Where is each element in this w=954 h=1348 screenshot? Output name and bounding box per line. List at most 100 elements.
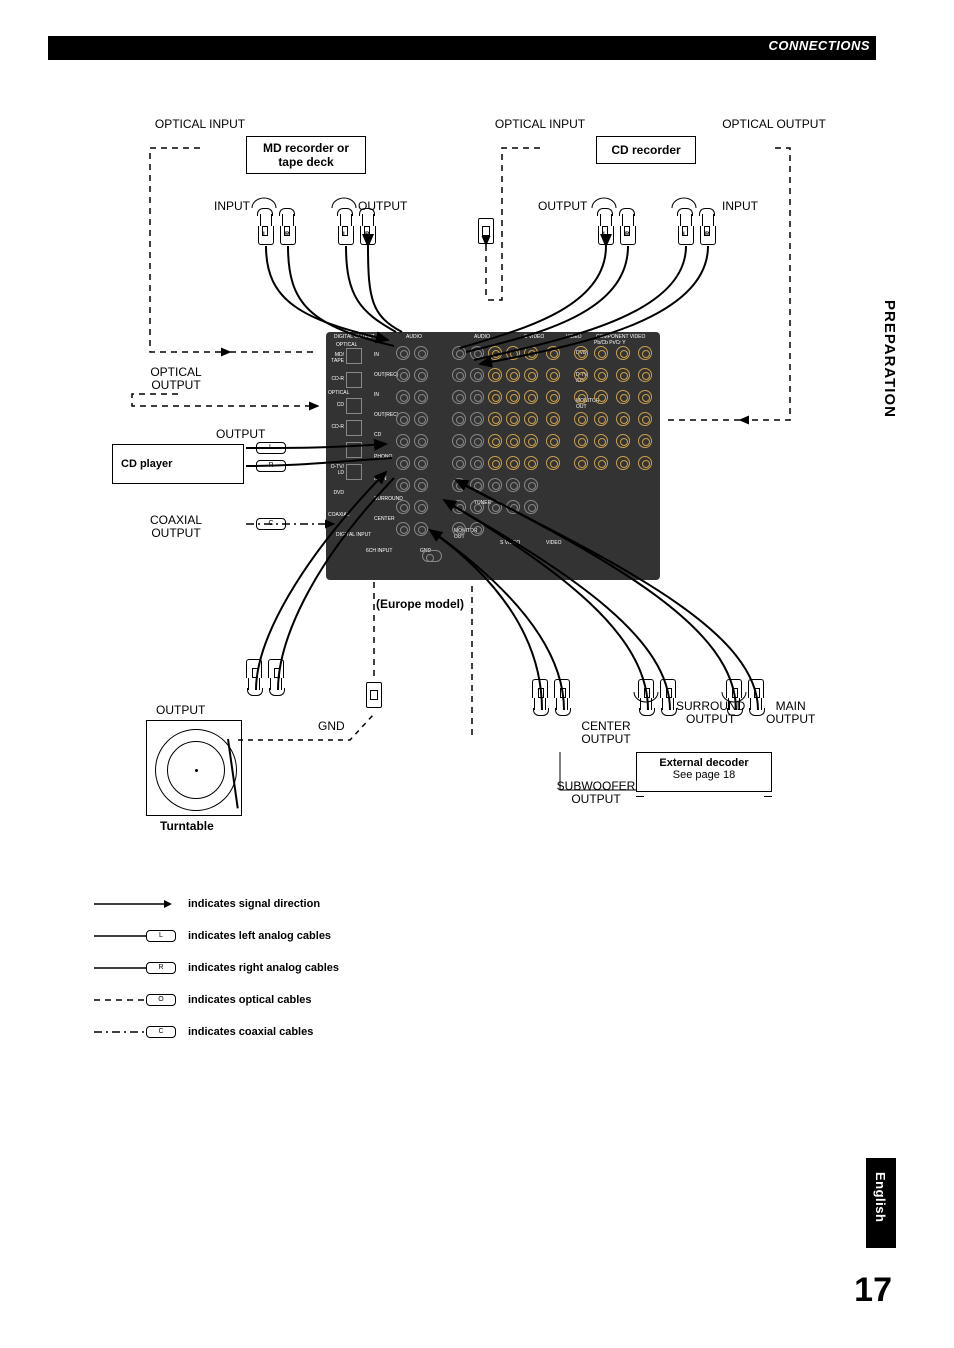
language-tab: English [866,1158,896,1248]
rca-main-r [746,680,768,710]
panel-jack [506,368,520,382]
legend-text-right: indicates right analog cables [188,962,339,974]
optical-plug-mid [478,218,492,242]
panel-jack [396,346,410,360]
panel-jack [452,478,466,492]
panel-jack [470,478,484,492]
box-md-recorder: MD recorder or tape deck [246,136,366,174]
panel-jack [506,456,520,470]
panel-jack [546,434,560,448]
label-gnd: GND [318,720,345,733]
panel-jack [574,368,588,382]
rca-center-l [530,680,552,710]
panel-jack [506,434,520,448]
panel-jack [396,478,410,492]
box-external-decoder: External decoder See page 18 [636,752,772,792]
panel-jack [524,390,538,404]
label-output-turntable: OUTPUT [156,704,205,717]
ext-foot-l [636,796,644,797]
panel-jack [524,456,538,470]
legend-row-optical: O indicates optical cables [94,992,434,1008]
panel-jack [638,412,652,426]
panel-jack [638,390,652,404]
panel-jack [396,434,410,448]
panel-jack [452,412,466,426]
panel-jack [616,346,630,360]
panel-jack [414,500,428,514]
panel-jack [574,346,588,360]
panel-jack [488,368,502,382]
panel-jack [452,434,466,448]
panel-jack [470,522,484,536]
legend-row-coax: C indicates coaxial cables [94,1024,434,1040]
label-turntable: Turntable [160,820,214,833]
panel-jack [546,368,560,382]
header-bar [48,36,876,60]
panel-jack [616,390,630,404]
panel-jack [470,456,484,470]
box-cd-recorder: CD recorder [596,136,696,164]
rca-cdr-out-r: R [616,214,638,244]
label-main-output: MAIN OUTPUT [766,700,815,726]
optical-plug-bottom [368,684,382,708]
panel-jack [594,346,608,360]
panel-jack [414,368,428,382]
panel-jack [574,390,588,404]
panel-jack [452,390,466,404]
ext-decoder-title: External decoder [637,757,771,769]
panel-jack [524,412,538,426]
panel-jack [396,522,410,536]
panel-jack [506,412,520,426]
panel-jack [414,390,428,404]
label-input-cdr: INPUT [722,200,758,213]
panel-jack [546,390,560,404]
legend-text-coax: indicates coaxial cables [188,1026,313,1038]
panel-jack [638,456,652,470]
jack-l: L [256,442,286,454]
panel-jack [452,346,466,360]
jack-c: C [256,518,286,530]
panel-jack [396,456,410,470]
panel-jack [638,346,652,360]
panel-jack [616,412,630,426]
label-input-md: INPUT [214,200,250,213]
panel-jack [546,412,560,426]
rca-md-out-l: L [334,214,356,244]
panel-jack [414,522,428,536]
rca-turntable-r [266,660,288,690]
label-surround-output: SURROUND OUTPUT [676,700,745,726]
rca-cdr-in-r: R [696,214,718,244]
panel-jack [546,346,560,360]
panel-6ch-switch [422,550,442,562]
panel-jack [524,434,538,448]
legend-text-signal: indicates signal direction [188,898,320,910]
label-optical-input-left: OPTICAL INPUT [155,118,245,131]
panel-jack [396,368,410,382]
panel-jack [506,390,520,404]
panel-jack [488,478,502,492]
panel-jack [616,434,630,448]
panel-jack [488,390,502,404]
panel-jack [470,368,484,382]
panel-jack [470,412,484,426]
legend: indicates signal direction L indicates l… [94,896,434,1056]
label-optical-output-left: OPTICAL OUTPUT [150,366,201,392]
panel-jack [524,346,538,360]
label-optical-output-right: OPTICAL OUTPUT [722,118,826,131]
label-output-cdp: OUTPUT [216,428,265,441]
panel-jack [574,412,588,426]
panel-jack [574,456,588,470]
panel-jack [594,368,608,382]
panel-jack [546,456,560,470]
page-number: 17 [854,1271,892,1310]
legend-text-optical: indicates optical cables [188,994,312,1006]
panel-jack [396,390,410,404]
panel-jack [488,412,502,426]
rca-cdr-in-l: L [674,214,696,244]
panel-jack [594,412,608,426]
rca-md-out-r: R [356,214,378,244]
header-title: CONNECTIONS [768,38,870,53]
panel-jack [488,434,502,448]
panel-jack [616,456,630,470]
panel-jack [414,478,428,492]
